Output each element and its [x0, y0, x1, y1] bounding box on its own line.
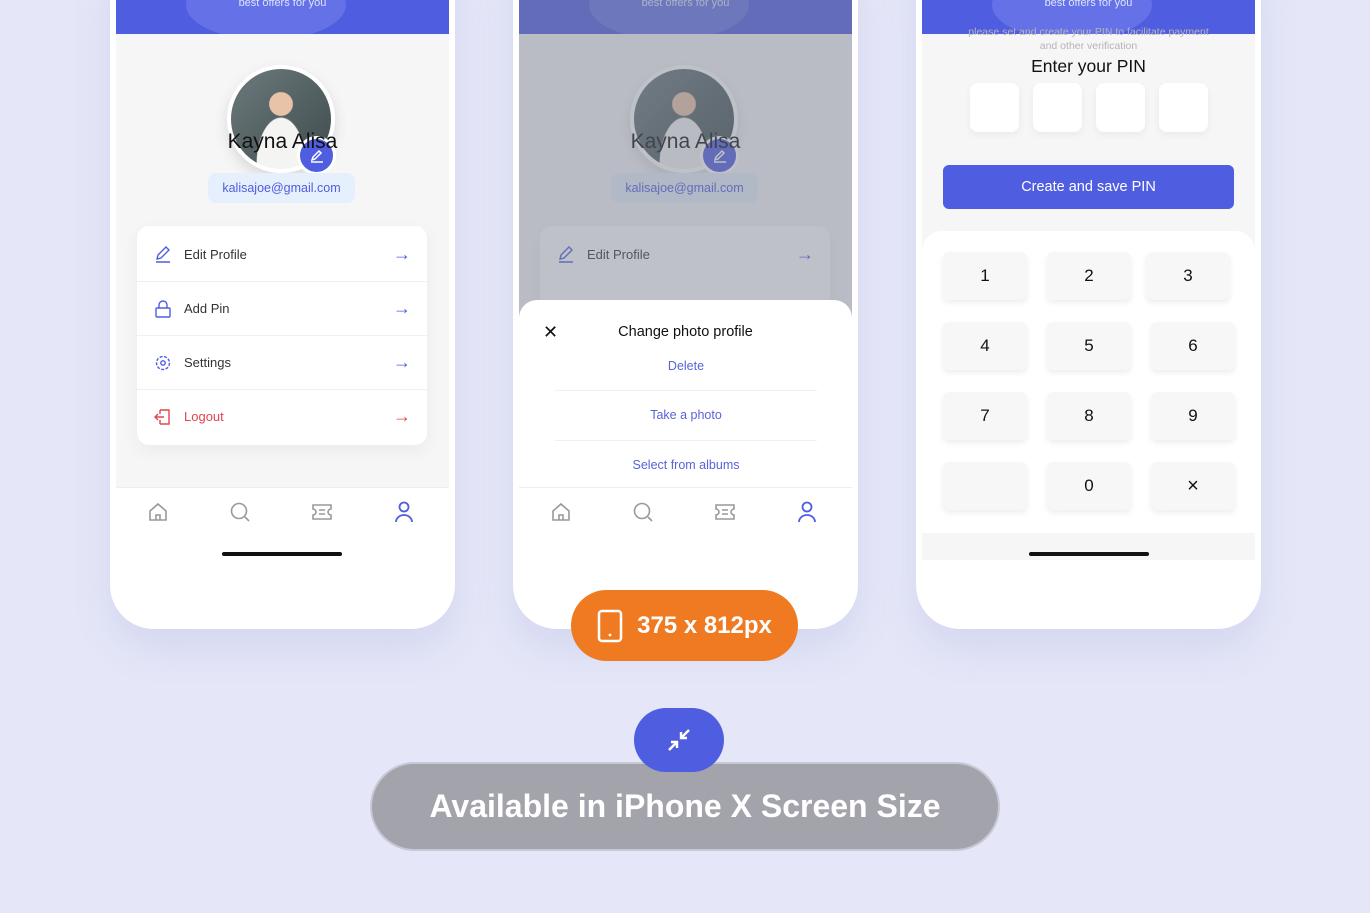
pencil-icon [153, 244, 173, 264]
offers-banner[interactable]: best offers for you [116, 0, 449, 34]
user-icon[interactable] [392, 500, 416, 524]
arrow-right-icon: → [393, 352, 411, 372]
menu-label: Settings [184, 355, 231, 370]
pin-subtitle-line: please set and create your PIN to facili… [968, 26, 1209, 38]
key-0[interactable]: 0 [1047, 462, 1131, 510]
pin-subtitle: please set and create your PIN to facili… [922, 25, 1255, 53]
banner-text: best offers for you [238, 0, 327, 9]
home-icon[interactable] [146, 500, 170, 524]
key-2[interactable]: 2 [1047, 252, 1131, 300]
key-7[interactable]: 7 [943, 392, 1027, 440]
bottom-nav [519, 487, 852, 560]
profile-screen: best offers for you Kayna Alisa kalisajo… [116, 0, 449, 560]
change-photo-screen: best offers for you Kayna Alisa kalisajo… [519, 0, 852, 560]
sheet-title: Change photo profile [618, 324, 753, 340]
arrow-right-icon: → [393, 243, 411, 264]
key-4[interactable]: 4 [943, 322, 1027, 370]
menu-settings[interactable]: Settings → [137, 335, 427, 389]
logout-icon [153, 407, 173, 427]
banner-text: best offers for you [1044, 0, 1133, 9]
ticket-icon[interactable] [713, 500, 737, 524]
option-delete[interactable]: Delete [555, 359, 817, 373]
search-icon[interactable] [228, 500, 252, 524]
key-empty [943, 462, 1027, 510]
home-indicator [222, 552, 342, 556]
pin-digit-field[interactable] [1096, 83, 1145, 132]
key-backspace[interactable]: × [1151, 462, 1235, 510]
profile-email: kalisajoe@gmail.com [208, 173, 355, 203]
bottom-nav [116, 487, 449, 560]
pin-digit-field[interactable] [970, 83, 1019, 132]
profile-menu: Edit Profile → Add Pin → Settings → Logout → [137, 226, 427, 445]
search-icon[interactable] [631, 500, 655, 524]
menu-add-pin[interactable]: Add Pin → [137, 281, 427, 335]
menu-label: Edit Profile [184, 246, 247, 262]
create-save-pin-button[interactable]: Create and save PIN [943, 165, 1234, 209]
phone-icon [597, 609, 623, 642]
keypad: 1 2 3 4 5 6 7 8 9 0 × [922, 231, 1255, 533]
key-3[interactable]: 3 [1146, 252, 1230, 300]
menu-edit-profile[interactable]: Edit Profile → [137, 227, 427, 281]
size-text: 375 x 812px [637, 611, 772, 639]
gear-icon [153, 353, 173, 373]
pin-subtitle-line: and other verification [1039, 40, 1138, 52]
profile-name: Kayna Alisa [227, 130, 338, 153]
key-8[interactable]: 8 [1047, 392, 1131, 440]
option-take-photo[interactable]: Take a photo [555, 408, 817, 422]
phone-profile: best offers for you Kayna Alisa kalisajo… [110, 0, 455, 629]
key-1[interactable]: 1 [943, 252, 1027, 300]
phone-pin: best offers for you Enter your PIN pleas… [916, 0, 1261, 629]
divider [555, 390, 817, 391]
size-badge: 375 x 812px [571, 590, 798, 661]
arrow-right-icon: → [393, 406, 411, 426]
home-icon[interactable] [549, 500, 573, 524]
menu-label: Add Pin [184, 301, 230, 316]
pin-screen: best offers for you Enter your PIN pleas… [922, 0, 1255, 560]
footer-label: Available in iPhone X Screen Size [370, 762, 1000, 851]
arrow-right-icon: → [393, 298, 411, 318]
pin-digit-field[interactable] [1033, 83, 1082, 132]
divider [555, 440, 817, 441]
user-icon[interactable] [795, 500, 819, 524]
collapse-button[interactable] [634, 708, 724, 772]
home-indicator [1029, 552, 1149, 556]
ticket-icon[interactable] [310, 500, 334, 524]
collapse-arrows-icon [668, 729, 690, 751]
pin-digit-field[interactable] [1159, 83, 1208, 132]
key-5[interactable]: 5 [1047, 322, 1131, 370]
menu-logout[interactable]: Logout → [137, 389, 427, 443]
pin-title: Enter your PIN [1031, 56, 1146, 76]
menu-label: Logout [184, 409, 224, 424]
key-9[interactable]: 9 [1151, 392, 1235, 440]
key-6[interactable]: 6 [1151, 322, 1235, 370]
phone-change-photo: best offers for you Kayna Alisa kalisajo… [513, 0, 858, 629]
option-select-albums[interactable]: Select from albums [555, 458, 817, 472]
lock-icon [153, 299, 173, 319]
